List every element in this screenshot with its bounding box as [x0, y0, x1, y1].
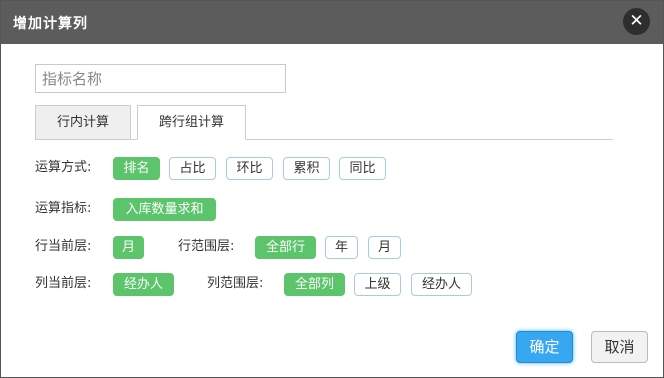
row-range-option-all-rows[interactable]: 全部行	[255, 236, 316, 259]
col-range-layer-label: 列范围层:	[207, 276, 264, 291]
row-range-option-year[interactable]: 年	[325, 236, 358, 259]
tab-cross-group-calc[interactable]: 跨行组计算	[137, 105, 246, 140]
col-range-option-handler[interactable]: 经办人	[411, 273, 472, 296]
row-range-layer-label: 行范围层:	[178, 239, 235, 254]
row-current-layer-label: 行当前层:	[35, 239, 92, 254]
col-range-option-parent[interactable]: 上级	[354, 273, 401, 296]
dialog-title: 增加计算列	[13, 16, 88, 32]
col-current-option-handler[interactable]: 经办人	[113, 273, 174, 296]
calc-metric-option-inbound-qty-sum[interactable]: 入库数量求和	[113, 198, 216, 221]
row-range-option-month[interactable]: 月	[368, 236, 401, 259]
calc-tabs: 行内计算 跨行组计算	[35, 105, 613, 140]
cancel-button[interactable]: 取消	[591, 331, 648, 363]
metric-name-input[interactable]	[35, 64, 286, 93]
col-current-layer-label: 列当前层:	[35, 276, 92, 291]
calc-mode-option-mom[interactable]: 环比	[226, 157, 273, 180]
calc-mode-option-rank[interactable]: 排名	[113, 157, 160, 180]
add-calculated-column-dialog: 增加计算列 ✕ 行内计算 跨行组计算 运算方式: 排名 占比 环比 累积 同比 …	[0, 0, 664, 378]
confirm-button[interactable]: 确定	[516, 331, 573, 363]
close-icon[interactable]: ✕	[623, 8, 650, 35]
calc-mode-option-share[interactable]: 占比	[169, 157, 216, 180]
calc-mode-label: 运算方式:	[35, 160, 92, 175]
row-current-option-month[interactable]: 月	[113, 236, 144, 259]
calc-mode-option-cumulative[interactable]: 累积	[283, 157, 330, 180]
tab-inline-calc[interactable]: 行内计算	[35, 105, 131, 140]
calc-mode-option-yoy[interactable]: 同比	[339, 157, 386, 180]
col-range-option-all-cols[interactable]: 全部列	[284, 273, 345, 296]
calc-metric-label: 运算指标:	[35, 201, 92, 216]
dialog-titlebar: 增加计算列 ✕	[1, 1, 663, 44]
